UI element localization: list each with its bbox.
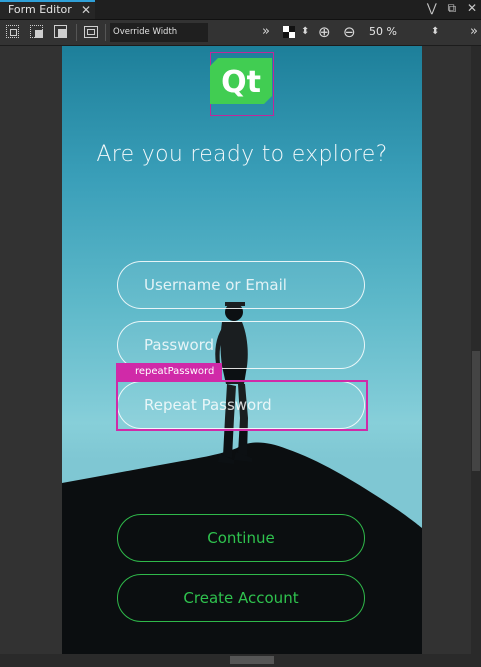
- headline: Are you ready to explore?: [96, 142, 388, 167]
- form-canvas[interactable]: Qt Are you ready to explore? repeatPassw…: [62, 46, 422, 654]
- collapse-icon[interactable]: ⋁: [427, 1, 437, 15]
- bounding-box-icon[interactable]: [83, 24, 99, 40]
- selection-outline: [116, 380, 368, 431]
- password-field[interactable]: [117, 321, 365, 369]
- fit-selection-icon[interactable]: [5, 24, 21, 40]
- anchor-icon[interactable]: [29, 24, 45, 40]
- logo-text: Qt: [221, 65, 261, 100]
- fill-icon[interactable]: [53, 24, 69, 40]
- username-input[interactable]: [118, 262, 364, 308]
- override-width-field[interactable]: Override Width: [110, 23, 208, 42]
- selection-label[interactable]: repeatPassword: [116, 363, 222, 380]
- zoom-level[interactable]: 50 %: [369, 24, 397, 40]
- tab-tools: ⋁ ⧉ ✕: [420, 1, 477, 16]
- title-bar: Form Editor ✕ ⋁ ⧉ ✕: [0, 0, 481, 20]
- tab-form-editor[interactable]: Form Editor ✕: [0, 0, 95, 19]
- tab-title: Form Editor: [8, 3, 72, 16]
- zoom-stepper-icon[interactable]: ⬍: [431, 24, 439, 40]
- toolbar: Override Width » ⬍ ⊕ ⊖ 50 % ⬍ »: [0, 20, 481, 46]
- zoom-out-icon[interactable]: ⊖: [343, 24, 356, 40]
- create-account-button[interactable]: Create Account: [117, 574, 365, 622]
- zoom-in-icon[interactable]: ⊕: [318, 24, 331, 40]
- color-stepper-icon[interactable]: ⬍: [301, 24, 309, 40]
- horizontal-scrollbar[interactable]: [0, 654, 481, 667]
- vertical-scrollbar[interactable]: [471, 46, 481, 654]
- password-input[interactable]: [118, 322, 364, 368]
- toolbar-more-right-icon[interactable]: »: [470, 24, 478, 40]
- close-pane-icon[interactable]: ✕: [467, 1, 477, 15]
- qt-logo: Qt: [210, 58, 272, 104]
- float-icon[interactable]: ⧉: [448, 1, 457, 15]
- close-icon[interactable]: ✕: [81, 2, 91, 18]
- background-color-icon[interactable]: [283, 26, 295, 38]
- continue-button[interactable]: Continue: [117, 514, 365, 562]
- username-field[interactable]: [117, 261, 365, 309]
- toolbar-more-icon[interactable]: »: [262, 24, 270, 40]
